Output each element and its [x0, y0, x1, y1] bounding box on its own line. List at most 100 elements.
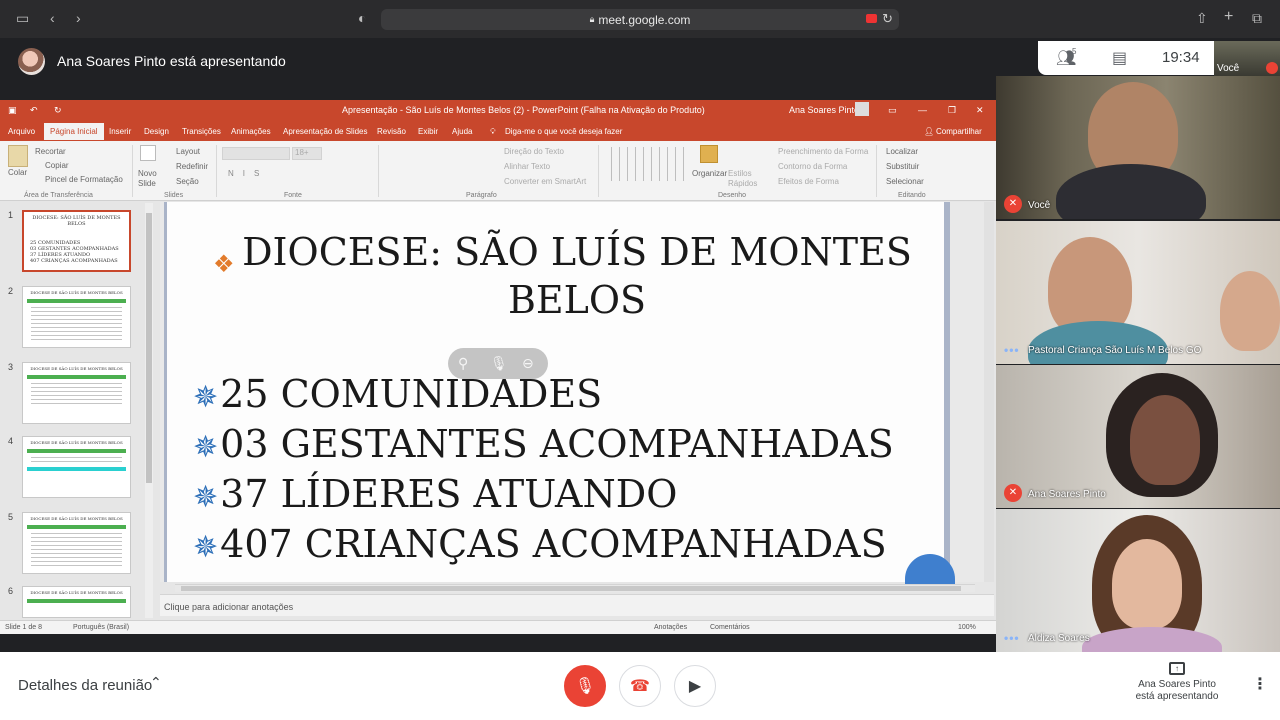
- reload-icon[interactable]: ↻: [882, 11, 893, 27]
- slide-bullet: ✵25 COMUNIDADES: [193, 372, 602, 416]
- meeting-clock: 19:34: [1162, 49, 1200, 66]
- pin-icon[interactable]: ⚲: [458, 355, 468, 372]
- notes-pane: Clique para adicionar anotações: [160, 594, 994, 616]
- forward-icon[interactable]: ›: [76, 10, 81, 26]
- camera-recording-icon[interactable]: [866, 14, 877, 23]
- present-status-line2: está apresentando: [1135, 691, 1219, 702]
- participant-body: [1028, 321, 1168, 364]
- copy-label: Copiar: [45, 161, 69, 170]
- thumb-table-rows: [31, 304, 122, 341]
- ribbon-separator: [132, 145, 133, 197]
- current-slide: ❖ DIOCESE: SÃO LUÍS DE MONTES BELOS ✵25 …: [164, 202, 955, 584]
- ribbon-separator: [378, 145, 379, 197]
- participant-video-second: [1220, 271, 1280, 351]
- shape-effects-label: Efeitos de Forma: [778, 177, 839, 186]
- bullet-text: 37 LÍDERES ATUANDO: [220, 472, 678, 516]
- call-controls-bar: Detalhes da reunião ⌃ 🎙︎ ☎︎ ▶︎ ↑ Ana Soa…: [0, 652, 1280, 720]
- participant-tile[interactable]: ✕ Você: [996, 76, 1280, 219]
- editing-group-label: Editando: [898, 192, 926, 199]
- lock-icon: 🔒︎: [589, 14, 595, 24]
- align-text-label: Alinhar Texto: [504, 162, 551, 171]
- participant-body: [1056, 164, 1206, 219]
- find-label: Localizar: [886, 147, 919, 156]
- thumb-title: DIOCESE DE SÃO LUÍS DE MONTES BELOS: [30, 440, 123, 445]
- slide-horizontal-scrollbar: [175, 584, 975, 592]
- shield-icon[interactable]: ◐: [358, 10, 366, 26]
- thumb-table-header: [27, 375, 126, 379]
- participant-tile[interactable]: ••• Pastoral Criança São Luís M Belos GO: [996, 221, 1280, 364]
- replace-label: Substituir: [886, 162, 920, 171]
- presenter-avatar: [18, 47, 45, 75]
- quick-styles-label: Estilos Rápidos: [728, 169, 758, 188]
- sidebar-toggle-icon[interactable]: ▭: [16, 10, 29, 27]
- menu-exibir: Exibir: [418, 127, 439, 136]
- clipboard-group-label: Área de Transferência: [24, 192, 93, 199]
- more-options-icon[interactable]: ⋮: [1252, 674, 1268, 694]
- slide-scrollbar: [984, 202, 994, 582]
- participant-name: Você: [1028, 200, 1051, 211]
- participant-tile[interactable]: ✕ Ana Soares Pinto: [996, 365, 1280, 508]
- presenting-status[interactable]: ↑ Ana Soares Pinto está apresentando: [1124, 662, 1230, 703]
- chevron-up-icon[interactable]: ⌃: [150, 674, 162, 691]
- new-tab-icon[interactable]: +: [1224, 8, 1233, 26]
- thumb-table-rows: [31, 380, 122, 405]
- thumb-title: DIOCESE DE SÃO LUÍS DE MONTES BELOS: [30, 366, 123, 371]
- thumb-title: DIOCESE DE SÃO LUÍS DE MONTES BELOS: [30, 590, 123, 595]
- chat-icon[interactable]: ▤: [1112, 48, 1127, 68]
- thumb-number: 2: [8, 286, 14, 296]
- participant-tile[interactable]: ••• Aldiza Soares: [996, 509, 1280, 652]
- scrollbar-thumb: [146, 213, 152, 483]
- slide-thumbnail: DIOCESE: SÃO LUÍS DE MONTES BELOS 25 COM…: [22, 210, 131, 272]
- mute-icon[interactable]: 🎙︎: [490, 355, 508, 372]
- slide-thumbnail-pane: 1 DIOCESE: SÃO LUÍS DE MONTES BELOS 25 C…: [0, 202, 156, 620]
- text-direction-label: Direção do Texto: [504, 147, 564, 156]
- thumb-number: 5: [8, 512, 14, 522]
- language-label: Português (Brasil): [73, 624, 130, 631]
- thumb-table-rows: [31, 454, 122, 465]
- slide-title: ❖ DIOCESE: SÃO LUÍS DE MONTES BELOS: [213, 228, 937, 324]
- layout-label: Layout: [176, 147, 201, 156]
- ppt-ribbon: Colar Recortar Copiar Pincel de Formataç…: [0, 141, 996, 201]
- menu-transicoes: Transições: [182, 127, 221, 136]
- ppt-title-bar: ▣ ↶ ↻ Apresentação - São Luís de Montes …: [0, 100, 996, 119]
- browser-toolbar: ▭ ‹ › ◐ 🔒︎ meet.google.com ↻ ⇧ + ⧉: [0, 0, 1280, 38]
- notes-placeholder: Clique para adicionar anotações: [164, 602, 294, 612]
- participant-video: [1130, 395, 1200, 485]
- present-status-line1: Ana Soares Pinto: [1138, 679, 1216, 690]
- star-bullet-icon: ✵: [193, 480, 219, 515]
- address-bar[interactable]: 🔒︎ meet.google.com ↻: [381, 9, 899, 30]
- diamond-bullet-icon: ❖: [213, 250, 235, 278]
- maximize-icon: ❐: [948, 105, 957, 115]
- participant-video: [1112, 539, 1182, 629]
- bullet-text: 407 CRIANÇAS ACOMPANHADAS: [220, 522, 887, 566]
- select-label: Selecionar: [886, 177, 924, 186]
- menu-apresentacao: Apresentação de Slides: [283, 127, 368, 136]
- scrollbar-thumb: [181, 586, 961, 591]
- blue-circle-decoration: [905, 554, 955, 584]
- shape-fill-label: Preenchimento da Forma: [778, 147, 869, 156]
- leave-call-button[interactable]: ☎︎: [619, 665, 661, 707]
- speaking-indicator-icon: •••: [1004, 343, 1020, 357]
- meeting-details-button[interactable]: Detalhes da reunião: [18, 677, 152, 694]
- ribbon-display-icon: ▭: [888, 105, 897, 115]
- tabs-overview-icon[interactable]: ⧉: [1252, 10, 1262, 27]
- self-view-thumbnail[interactable]: Você: [1214, 41, 1280, 76]
- screen-share-controls: ⚲ 🎙︎ ⊖: [448, 348, 548, 379]
- thumb-table-header: [27, 599, 126, 603]
- remove-icon[interactable]: ⊖: [522, 355, 534, 372]
- share-icon[interactable]: ⇧: [1196, 10, 1208, 27]
- arrange-label: Organizar: [692, 169, 728, 178]
- arrange-icon: [700, 145, 718, 163]
- shape-outline-label: Contorno da Forma: [778, 162, 848, 171]
- new-slide-icon: [140, 145, 156, 161]
- star-bullet-icon: ✵: [193, 380, 219, 415]
- slide-thumbnail: DIOCESE DE SÃO LUÍS DE MONTES BELOS: [22, 436, 131, 498]
- font-size-box: 18+: [292, 147, 322, 160]
- back-icon[interactable]: ‹: [50, 10, 55, 26]
- menu-arquivo: Arquivo: [8, 127, 36, 136]
- camera-toggle-button[interactable]: ▶︎: [674, 665, 716, 707]
- mic-off-icon: ✕: [1004, 484, 1022, 502]
- close-icon: ✕: [976, 105, 984, 115]
- mic-toggle-button[interactable]: 🎙︎: [564, 665, 606, 707]
- participant-name: Pastoral Criança São Luís M Belos GO: [1028, 345, 1202, 356]
